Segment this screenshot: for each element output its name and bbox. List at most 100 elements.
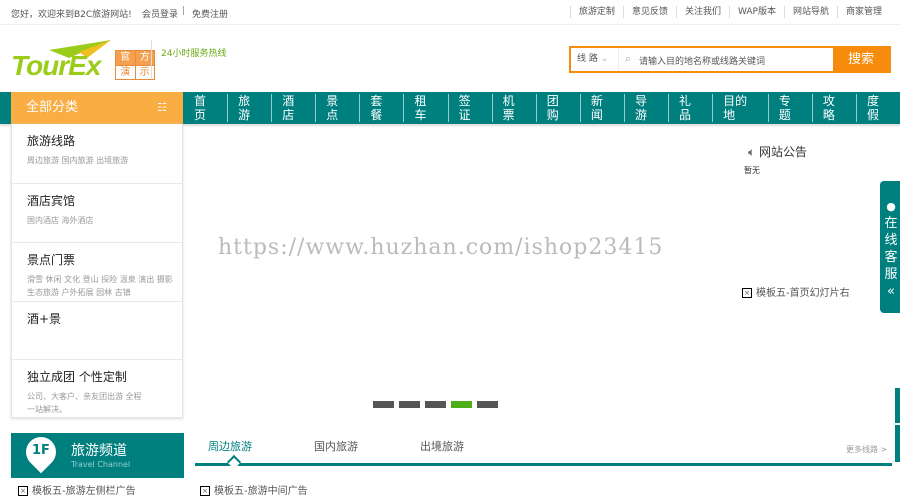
notice-title-text: 网站公告: [759, 145, 808, 159]
nav-item[interactable]: 专题: [767, 94, 812, 122]
nav-item[interactable]: 机票: [491, 94, 536, 122]
category-title[interactable]: 旅游线路: [27, 132, 182, 149]
left-ad[interactable]: × 模板五-旅游左侧栏广告: [18, 482, 136, 497]
top-links: 旅游定制 意见反馈 关注我们 WAP版本 网站导航 商家管理: [569, 6, 890, 18]
category-subs[interactable]: 公司、大客户、亲友团出游 全程一站解决。: [27, 390, 147, 416]
search-icon: ⌕: [625, 52, 632, 65]
slider-dot[interactable]: [373, 401, 394, 408]
top-link-custom[interactable]: 旅游定制: [569, 6, 623, 18]
category-menu: 旅游线路周边旅游 国内旅游 出境旅游 酒店宾馆国内酒店 海外酒店 景点门票滑雪 …: [11, 124, 183, 418]
nav-item[interactable]: 租车: [403, 94, 447, 122]
list-icon: ☷: [157, 101, 167, 114]
floor-number: 1F: [32, 443, 50, 458]
tab-outbound[interactable]: 出境旅游: [407, 438, 477, 454]
service-char: 服: [884, 267, 898, 282]
side-tool-button[interactable]: [895, 425, 900, 462]
divider: |: [182, 6, 186, 16]
nav-item[interactable]: 目的地: [712, 94, 768, 122]
nav-item[interactable]: 景点: [315, 94, 359, 122]
floor-title: 旅游频道: [71, 443, 127, 459]
top-link-wap[interactable]: WAP版本: [728, 6, 784, 18]
search-bar: 线 路 ⌄ ⌕ 请输入目的地名称或线路关键词 搜索: [569, 46, 891, 73]
collapse-icon: «: [887, 284, 895, 299]
ad-label: 模板五-旅游左侧栏广告: [32, 486, 136, 497]
category-item[interactable]: 独立成团 个性定制公司、大客户、亲友团出游 全程一站解决。: [12, 360, 182, 418]
nav-item[interactable]: 旅游: [227, 94, 271, 122]
category-subs[interactable]: 国内酒店 海外酒店: [27, 214, 182, 227]
nav-item[interactable]: 度假: [855, 94, 900, 122]
floor-tabs: 周边旅游 国内旅游 出境旅游: [195, 438, 513, 454]
nav-item[interactable]: 套餐: [359, 94, 403, 122]
nav-item[interactable]: 导游: [623, 94, 668, 122]
nav-item[interactable]: 礼品: [668, 94, 712, 122]
service-char: 客: [884, 250, 898, 265]
slider-dot[interactable]: [399, 401, 420, 408]
category-title[interactable]: 景点门票: [27, 251, 182, 268]
service-char: 线: [884, 233, 898, 248]
slider-right-ad[interactable]: × 模板五-首页幻灯片右: [742, 284, 850, 299]
tab-underline: [195, 463, 892, 466]
top-link-merchant[interactable]: 商家管理: [836, 6, 890, 18]
nav-item[interactable]: 酒店: [271, 94, 315, 122]
category-item[interactable]: 景点门票滑雪 休闲 文化 登山 探险 温泉 演出 摄影 生态旅游 户外拓展 园林…: [12, 243, 182, 302]
middle-ad[interactable]: × 模板五-旅游中间广告: [200, 482, 308, 497]
nav-item[interactable]: 攻略: [811, 94, 856, 122]
floor-subtitle: Travel Channel: [71, 460, 131, 469]
notice-body: 暂无: [744, 166, 760, 175]
tab-domestic[interactable]: 国内旅游: [301, 438, 371, 454]
all-categories-button[interactable]: 全部分类 ☷: [11, 92, 183, 124]
broken-image-icon: ×: [18, 486, 28, 496]
speaker-icon: 🔈︎: [748, 145, 756, 159]
floor-header: 1F 旅游频道 Travel Channel: [11, 430, 184, 478]
category-item[interactable]: 旅游线路周边旅游 国内旅游 出境旅游: [12, 124, 182, 184]
more-routes-link[interactable]: 更多线路 >: [846, 444, 887, 455]
welcome-text: 您好，欢迎来到B2C旅游网站!: [11, 10, 132, 20]
badge-char: 官: [116, 51, 135, 65]
side-tool-button[interactable]: [895, 388, 900, 423]
nav-item[interactable]: 签证: [447, 94, 492, 122]
category-title[interactable]: 酒店宾馆: [27, 192, 182, 209]
slider-dots: [373, 401, 498, 408]
slider-dot-active[interactable]: [451, 401, 472, 408]
category-subs[interactable]: 周边旅游 国内旅游 出境旅游: [27, 154, 182, 167]
login-link[interactable]: 会员登录: [142, 7, 178, 20]
category-item[interactable]: 酒店宾馆国内酒店 海外酒店: [12, 184, 182, 243]
register-link[interactable]: 免费注册: [192, 7, 228, 20]
service-char: 在: [884, 216, 898, 231]
logo-badge: 官方演示: [115, 50, 155, 80]
all-categories-label: 全部分类: [26, 100, 79, 115]
nav-item[interactable]: 新闻: [579, 94, 624, 122]
search-input[interactable]: 请输入目的地名称或线路关键词: [639, 54, 765, 67]
search-type-select[interactable]: 线 路 ⌄: [571, 48, 619, 71]
broken-image-icon: ×: [742, 288, 752, 298]
top-bar: 您好，欢迎来到B2C旅游网站! 会员登录 | 免费注册 旅游定制 意见反馈 关注…: [0, 0, 900, 25]
nav-item[interactable]: 首页: [184, 94, 227, 122]
qq-icon: ●: [886, 200, 896, 213]
search-button[interactable]: 搜索: [833, 48, 889, 71]
top-link-follow[interactable]: 关注我们: [675, 6, 729, 18]
slider-dot[interactable]: [477, 401, 498, 408]
logo[interactable]: TourEx 官方演示: [11, 38, 155, 81]
category-title[interactable]: 独立成团 个性定制: [27, 368, 182, 385]
badge-char: 演: [116, 65, 135, 79]
watermark-text: https://www.huzhan.com/ishop23415: [218, 235, 664, 260]
broken-image-icon: ×: [200, 486, 210, 496]
chevron-down-icon: ⌄: [600, 54, 609, 64]
tab-nearby[interactable]: 周边旅游: [195, 438, 265, 454]
category-title[interactable]: 酒+景: [27, 310, 182, 327]
logo-text: TourEx: [11, 50, 101, 81]
top-link-sitemap[interactable]: 网站导航: [783, 6, 837, 18]
nav-item[interactable]: 团购: [535, 94, 580, 122]
category-subs[interactable]: 滑雪 休闲 文化 登山 探险 温泉 演出 摄影 生态旅游 户外拓展 园林 古镇: [27, 273, 177, 299]
notice-title: 🔈︎ 网站公告: [748, 143, 807, 160]
online-service-tab[interactable]: ● 在 线 客 服 «: [880, 181, 900, 313]
slider-dot[interactable]: [425, 401, 446, 408]
category-item[interactable]: 酒+景: [12, 302, 182, 360]
tab-caret: [226, 454, 242, 470]
ad-label: 模板五-旅游中间广告: [214, 486, 308, 497]
divider: [151, 40, 152, 78]
hotline-label: 24小时服务热线: [161, 49, 227, 59]
search-type-value: 线 路: [577, 54, 598, 64]
top-link-feedback[interactable]: 意见反馈: [622, 6, 676, 18]
nav-items: 首页 旅游 酒店 景点 套餐 租车 签证 机票 团购 新闻 导游 礼品 目的地 专题 攻略 度假: [184, 92, 900, 124]
